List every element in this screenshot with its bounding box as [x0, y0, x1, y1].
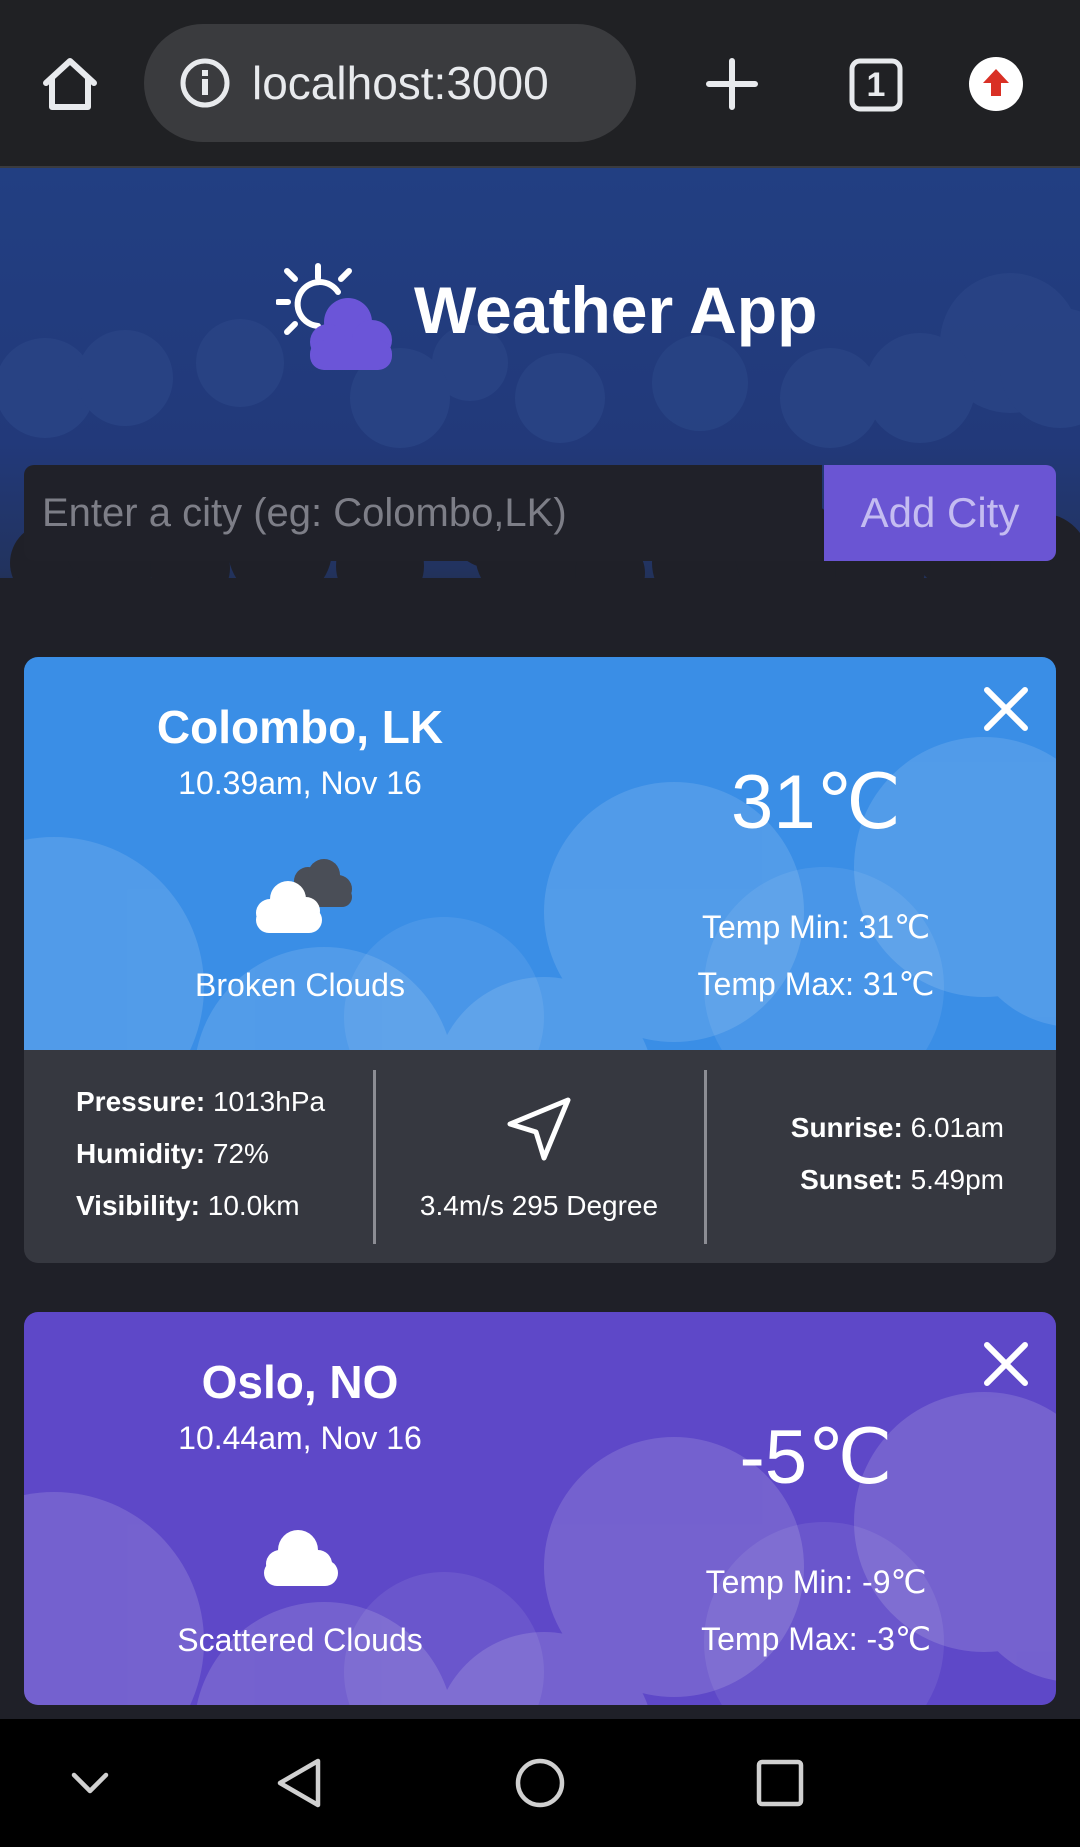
pressure-label: Pressure: [76, 1086, 206, 1117]
close-card-button[interactable] [982, 685, 1030, 733]
scattered-clouds-icon [264, 1530, 338, 1586]
cloud-background [0, 273, 1080, 668]
system-navigation-bar [0, 1719, 1080, 1847]
chevron-down-icon[interactable] [70, 1763, 110, 1803]
sunset-stat: Sunset: 5.49pm [800, 1162, 1004, 1198]
temp-min: Temp Min: -9℃ [705, 1564, 927, 1600]
city-search-input[interactable] [24, 465, 822, 561]
new-tab-icon[interactable] [705, 57, 759, 111]
sun-cloud-logo-icon [276, 263, 392, 370]
temp-max: Temp Max: 31℃ [697, 966, 935, 1002]
local-time: 10.44am, Nov 16 [178, 1420, 422, 1456]
humidity-stat: Humidity: 72% [76, 1136, 269, 1172]
back-icon[interactable] [274, 1757, 326, 1809]
update-icon[interactable] [968, 56, 1024, 112]
sunrise-label: Sunrise: [790, 1112, 903, 1143]
recents-icon[interactable] [754, 1757, 806, 1809]
weather-description: Broken Clouds [195, 967, 405, 1003]
url-text[interactable]: localhost:3000 [252, 54, 549, 112]
close-card-button[interactable] [982, 1340, 1030, 1388]
wind-info: 3.4m/s 295 Degree [419, 1190, 659, 1221]
sunrise-value: 6.01am [910, 1112, 1004, 1143]
weather-card-summary: Colombo, LK 10.39am, Nov 16 Broken Cloud… [24, 657, 1056, 1050]
weather-card: Colombo, LK 10.39am, Nov 16 Broken Cloud… [24, 657, 1056, 1263]
pressure-stat: Pressure: 1013hPa [76, 1084, 325, 1120]
temp-min: Temp Min: 31℃ [701, 909, 930, 945]
details-divider [704, 1070, 707, 1244]
visibility-stat: Visibility: 10.0km [76, 1188, 300, 1224]
sunset-label: Sunset: [800, 1164, 903, 1195]
current-temperature: 31℃ [731, 760, 901, 845]
temp-max: Temp Max: -3℃ [701, 1621, 931, 1657]
browser-toolbar: localhost:3000 1 [0, 0, 1080, 168]
local-time: 10.39am, Nov 16 [178, 765, 422, 801]
visibility-value: 10.0km [207, 1190, 300, 1221]
weather-description: Scattered Clouds [177, 1622, 423, 1658]
app-header: Weather App [0, 168, 1080, 668]
sunset-value: 5.49pm [910, 1164, 1004, 1195]
tab-switcher-button[interactable]: 1 [848, 57, 904, 113]
humidity-label: Humidity: [76, 1138, 206, 1169]
current-temperature: -5℃ [739, 1415, 893, 1500]
home-icon[interactable] [40, 55, 100, 113]
app-title: Weather App [414, 273, 818, 347]
address-bar[interactable]: localhost:3000 [144, 24, 636, 142]
close-icon [984, 1342, 1028, 1386]
sunrise-stat: Sunrise: 6.01am [791, 1110, 1004, 1146]
weather-card-details: Pressure: 1013hPa Humidity: 72% Visibili… [24, 1050, 1056, 1263]
weather-card-summary: Oslo, NO 10.44am, Nov 16 Scattered Cloud… [24, 1312, 1056, 1705]
add-city-button[interactable]: Add City [824, 465, 1056, 561]
visibility-label: Visibility: [76, 1190, 200, 1221]
pressure-value: 1013hPa [212, 1086, 326, 1117]
humidity-value: 72% [212, 1138, 269, 1169]
close-icon [984, 687, 1028, 731]
wind-direction-icon [507, 1097, 571, 1161]
info-icon[interactable] [179, 57, 231, 109]
city-name: Colombo, LK [156, 701, 444, 753]
broken-clouds-icon [256, 859, 352, 933]
tab-count: 1 [866, 66, 886, 104]
city-name: Oslo, NO [201, 1356, 399, 1408]
home-circle-icon[interactable] [514, 1757, 566, 1809]
weather-card: Oslo, NO 10.44am, Nov 16 Scattered Cloud… [24, 1312, 1056, 1705]
